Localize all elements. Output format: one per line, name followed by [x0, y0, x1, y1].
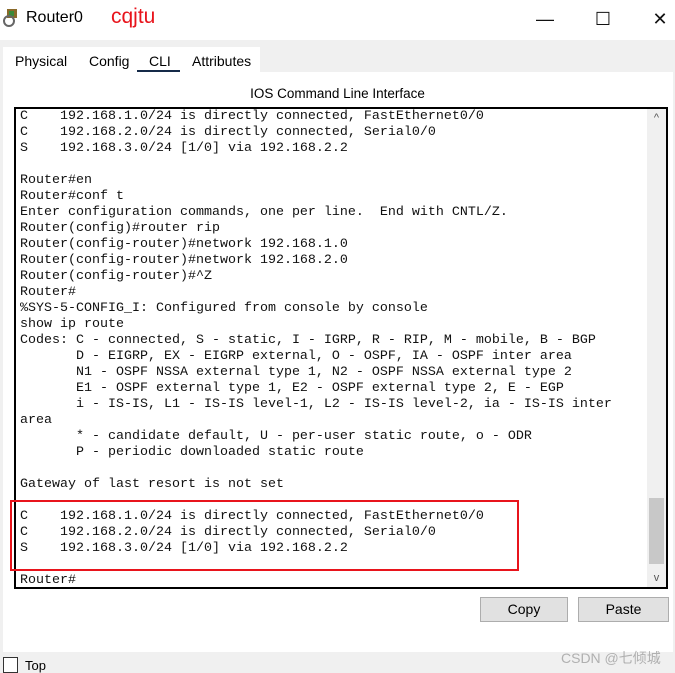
terminal-line: i - IS-IS, L1 - IS-IS level-1, L2 - IS-I… — [20, 397, 612, 412]
watermark: CSDN @七倾城 — [561, 650, 661, 666]
tab-bar: Physical Config CLI Attributes — [3, 47, 260, 74]
terminal-line: E1 - OSPF external type 1, E2 - OSPF ext… — [20, 381, 564, 396]
terminal-line: area — [20, 413, 52, 428]
terminal-line: * - candidate default, U - per-user stat… — [20, 429, 532, 444]
terminal-line: D - EIGRP, EX - EIGRP external, O - OSPF… — [20, 349, 572, 364]
window-title: Router0 — [26, 9, 83, 26]
maximize-button[interactable]: ☐ — [588, 6, 618, 32]
terminal-line: Router(config-router)#network 192.168.1.… — [20, 237, 348, 252]
top-checkbox[interactable] — [3, 657, 18, 673]
terminal-line: Router#en — [20, 173, 92, 188]
terminal-line: Router# — [20, 285, 76, 300]
router-app-icon — [3, 9, 17, 27]
terminal-line: Router# — [20, 573, 76, 588]
terminal-line: Router(config-router)#^Z — [20, 269, 212, 284]
tab-attributes[interactable]: Attributes — [192, 53, 251, 69]
minimize-button[interactable]: — — [530, 6, 560, 32]
top-checkbox-label: Top — [25, 658, 46, 673]
scroll-up-icon[interactable]: ^ — [647, 112, 666, 124]
scrollbar-thumb[interactable] — [649, 498, 664, 564]
tab-cli[interactable]: CLI — [149, 53, 171, 69]
terminal-line: %SYS-5-CONFIG_I: Configured from console… — [20, 301, 428, 316]
terminal-line: Router(config-router)#network 192.168.2.… — [20, 253, 348, 268]
scroll-down-icon[interactable]: v — [647, 572, 666, 584]
cli-heading: IOS Command Line Interface — [250, 86, 425, 101]
tab-config[interactable]: Config — [89, 53, 129, 69]
copy-button[interactable]: Copy — [480, 597, 568, 622]
brand-label: cqjtu — [111, 5, 156, 28]
terminal-line: C 192.168.2.0/24 is directly connected, … — [20, 125, 436, 140]
title-bar: Router0 cqjtu — ☐ ✕ — [0, 0, 675, 40]
terminal-line: C 192.168.1.0/24 is directly connected, … — [20, 109, 484, 124]
scrollbar[interactable]: ^ v — [647, 109, 666, 587]
paste-button[interactable]: Paste — [578, 597, 669, 622]
terminal-line: Enter configuration commands, one per li… — [20, 205, 508, 220]
terminal-line: show ip route — [20, 317, 124, 332]
terminal-line: Codes: C - connected, S - static, I - IG… — [20, 333, 596, 348]
close-button[interactable]: ✕ — [645, 6, 675, 32]
tab-physical[interactable]: Physical — [15, 53, 67, 69]
terminal-line: P - periodic downloaded static route — [20, 445, 364, 460]
terminal-line: Router(config)#router rip — [20, 221, 220, 236]
terminal-line: Router#conf t — [20, 189, 124, 204]
terminal-line: Gateway of last resort is not set — [20, 477, 284, 492]
terminal-line: S 192.168.3.0/24 [1/0] via 192.168.2.2 — [20, 141, 348, 156]
terminal-line: N1 - OSPF NSSA external type 1, N2 - OSP… — [20, 365, 572, 380]
highlight-box — [10, 500, 519, 571]
